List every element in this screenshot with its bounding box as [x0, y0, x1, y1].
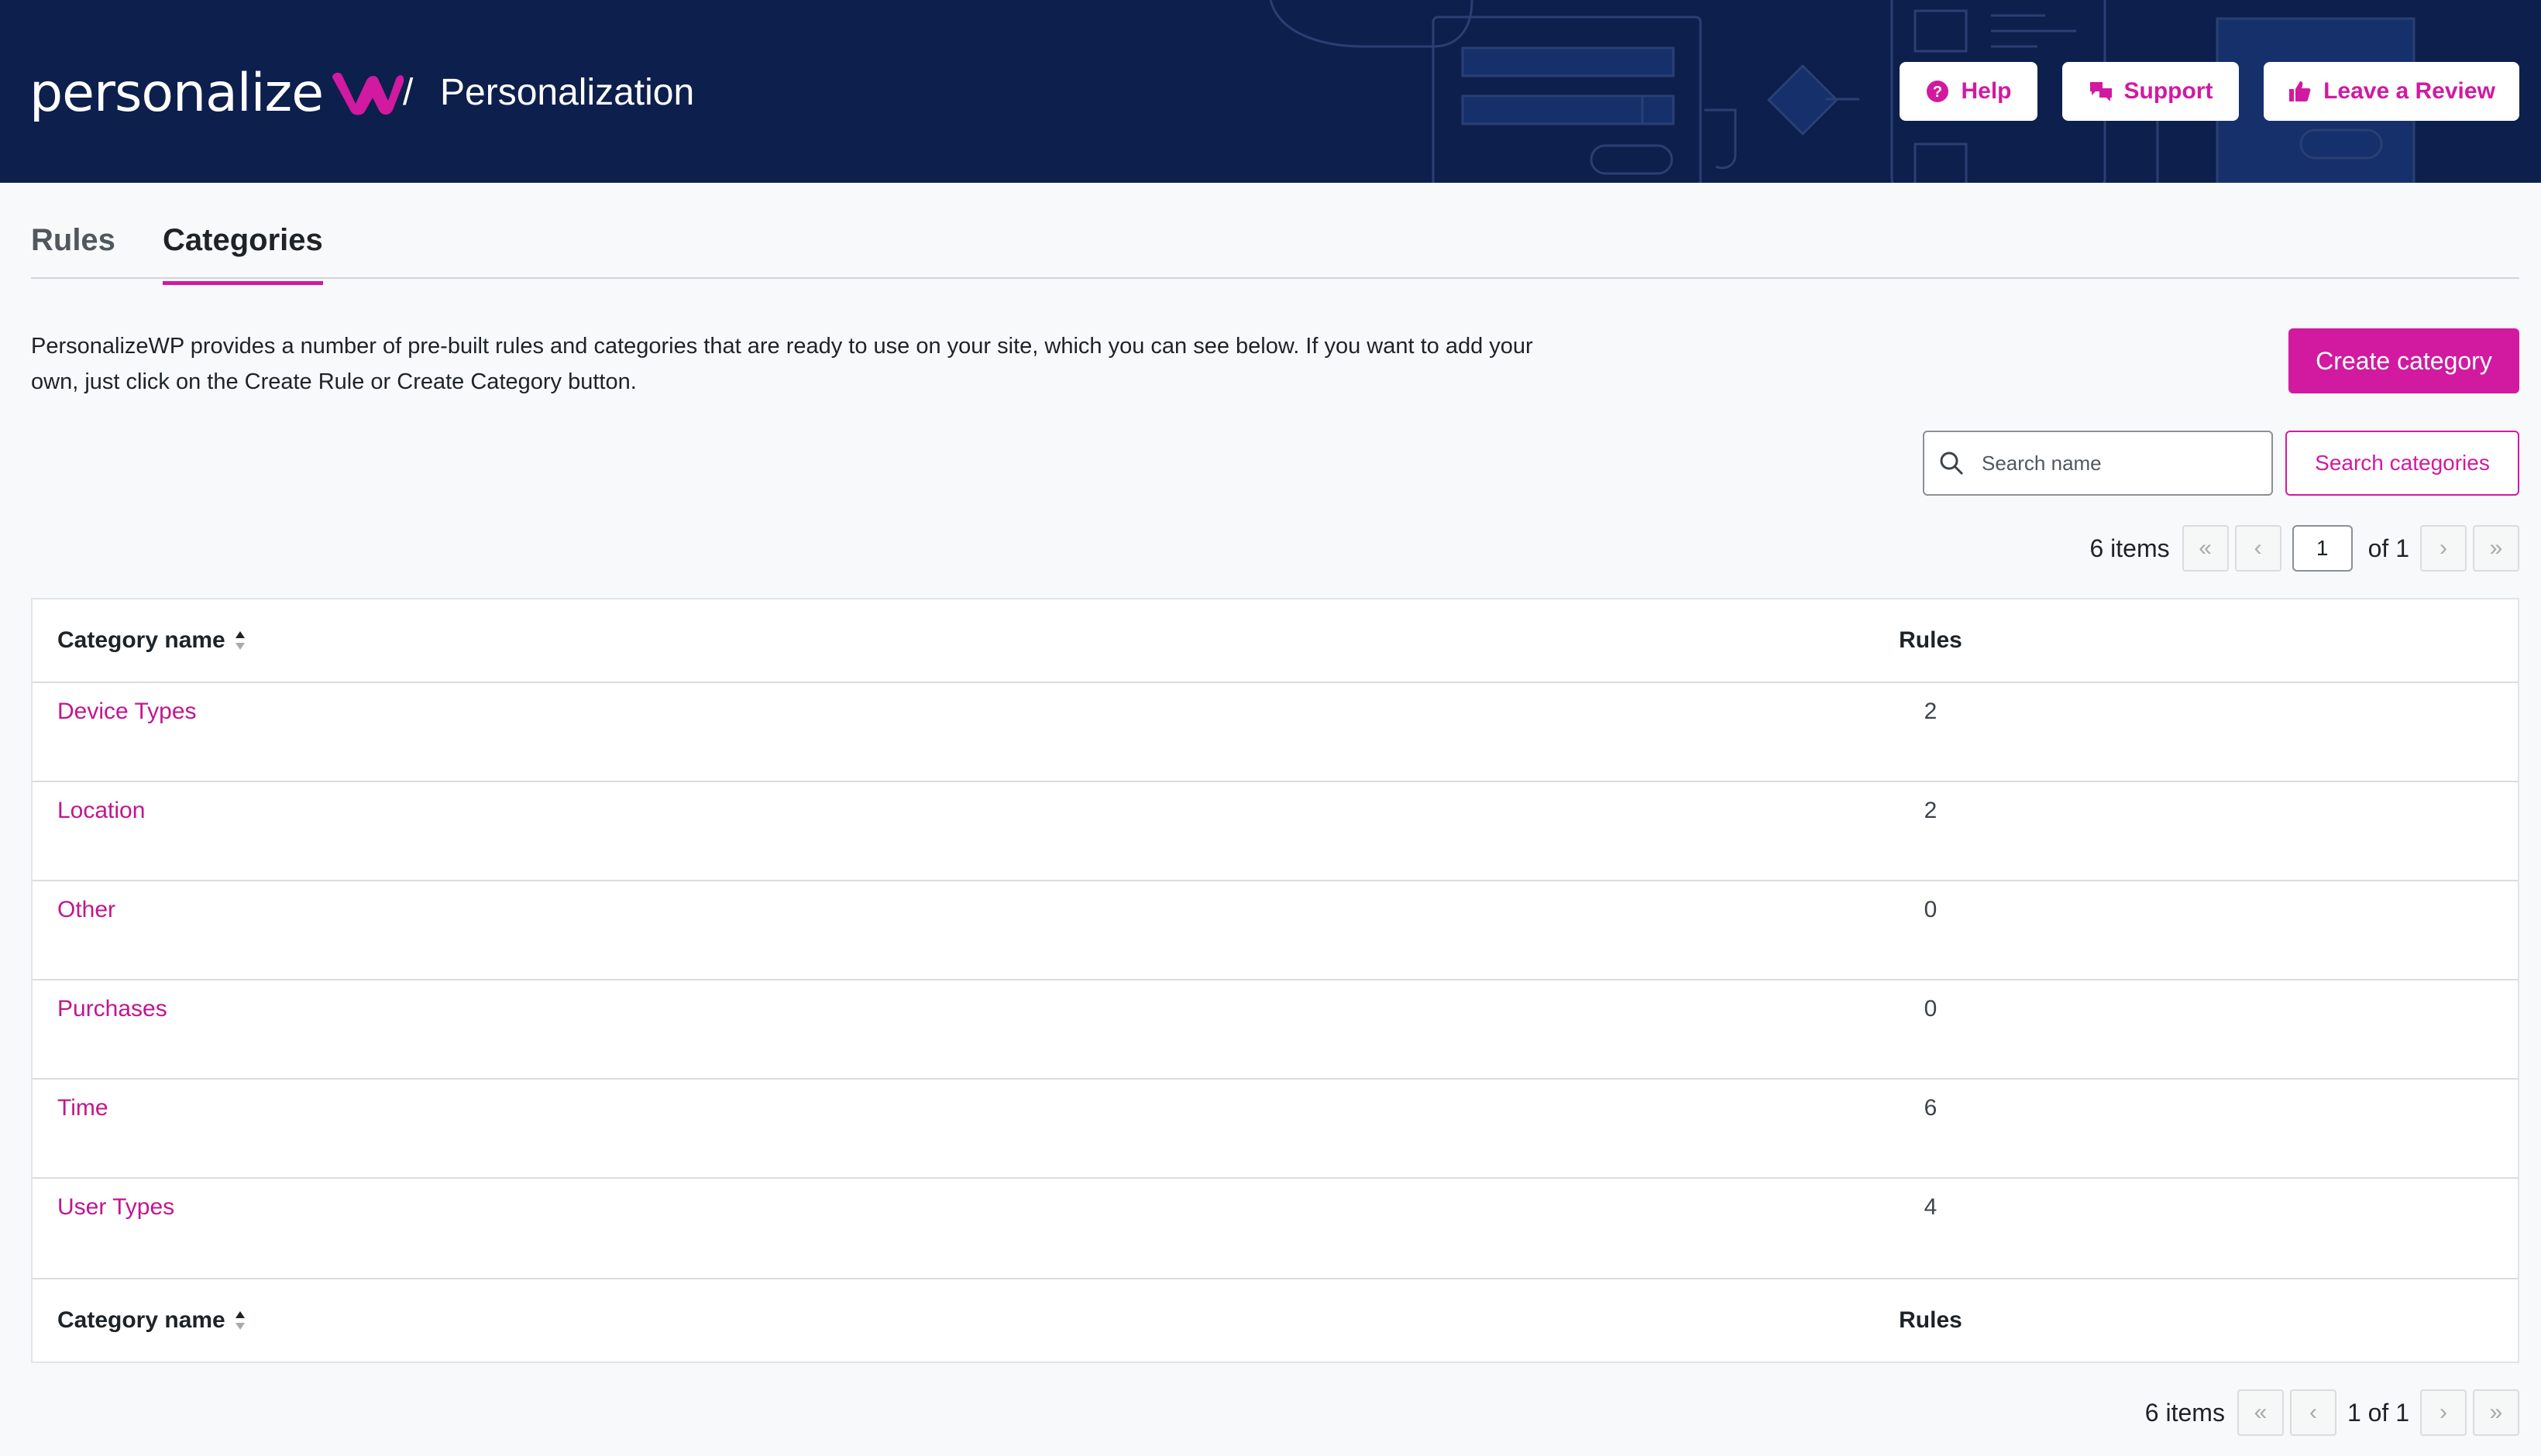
table-row: User Types 4	[33, 1179, 2518, 1278]
column-header-category-name: Category name	[57, 627, 225, 653]
speech-bubbles-icon	[2089, 82, 2112, 101]
table-row: Device Types 2	[33, 683, 2518, 782]
table-row: Other 0	[33, 881, 2518, 980]
prev-page-button[interactable]: ‹	[2234, 525, 2281, 572]
next-page-button[interactable]: ›	[2420, 1389, 2467, 1436]
sort-by-category-name[interactable]: Category name	[57, 627, 247, 654]
last-page-button[interactable]: »	[2473, 1389, 2519, 1436]
table-row: Time 6	[33, 1080, 2518, 1179]
tab-rules[interactable]: Rules	[31, 217, 115, 279]
brand-wordmark: personalize	[29, 62, 324, 124]
category-link[interactable]: Location	[57, 798, 145, 824]
intro-description: PersonalizeWP provides a number of pre-b…	[31, 334, 1533, 394]
first-page-button[interactable]: «	[2237, 1389, 2284, 1436]
tab-bar: Rules Categories	[31, 209, 2519, 285]
brand-w-mark-icon	[332, 72, 404, 115]
breadcrumb-separator: /	[403, 72, 414, 113]
leave-review-button-label: Leave a Review	[2323, 78, 2495, 104]
leave-review-button[interactable]: Leave a Review	[2264, 62, 2519, 121]
help-button-label: Help	[1961, 78, 2012, 104]
categories-table: Category name Rules Device Types 2 Locat…	[31, 598, 2519, 1363]
brand-logo[interactable]: personalize	[29, 54, 407, 132]
table-row: Purchases 0	[33, 980, 2518, 1080]
help-button[interactable]: ? Help	[1900, 62, 2037, 121]
page-title: Personalization	[440, 72, 695, 113]
support-button-label: Support	[2123, 78, 2213, 104]
items-count: 6 items	[2089, 534, 2170, 562]
search-input[interactable]	[1982, 451, 2261, 476]
search-icon	[1940, 452, 1964, 476]
search-field[interactable]	[1923, 431, 2273, 496]
svg-text:?: ?	[1933, 84, 1942, 101]
top-header: personalize / Personalization ? Help Sup…	[0, 0, 2541, 183]
category-link[interactable]: Device Types	[57, 699, 197, 725]
category-link[interactable]: Other	[57, 897, 115, 923]
pagination-bottom: 6 items « ‹ 1 of 1 › »	[2145, 1389, 2519, 1436]
category-link[interactable]: Purchases	[57, 996, 167, 1022]
sort-by-category-name-footer[interactable]: Category name	[57, 1307, 247, 1334]
total-pages-label: of 1	[2367, 534, 2409, 562]
pagination-top: 6 items « ‹ 1 of 1 › »	[2089, 525, 2519, 572]
tab-categories[interactable]: Categories	[163, 217, 323, 285]
column-header-rules: Rules	[1899, 627, 1962, 653]
table-header: Category name Rules	[33, 599, 2518, 683]
question-circle-icon: ?	[1927, 81, 1949, 102]
table-row: Location 2	[33, 782, 2518, 881]
table-footer: Category name Rules	[33, 1278, 2518, 1362]
rule-count: 0	[1924, 996, 1938, 1022]
sort-arrows-icon	[235, 631, 245, 650]
support-button[interactable]: Support	[2062, 62, 2239, 121]
column-footer-rules: Rules	[1899, 1307, 1962, 1333]
last-page-button[interactable]: »	[2473, 525, 2519, 572]
rule-count: 2	[1924, 798, 1938, 823]
rule-count: 4	[1924, 1194, 1938, 1220]
column-footer-category-name: Category name	[57, 1307, 225, 1333]
category-link[interactable]: User Types	[57, 1194, 174, 1221]
rule-count: 0	[1924, 897, 1938, 922]
category-link[interactable]: Time	[57, 1095, 108, 1121]
rule-count: 6	[1924, 1095, 1938, 1121]
next-page-button[interactable]: ›	[2420, 525, 2467, 572]
search-categories-button[interactable]: Search categories	[2285, 431, 2519, 496]
items-count: 6 items	[2144, 1398, 2225, 1427]
page-indicator: 1 of 1	[2347, 1398, 2409, 1427]
table-body: Device Types 2 Location 2 Other 0 Purcha…	[33, 683, 2518, 1278]
thumbs-up-icon	[2289, 81, 2311, 101]
rule-count: 2	[1924, 699, 1938, 724]
prev-page-button[interactable]: ‹	[2289, 1389, 2336, 1436]
first-page-button[interactable]: «	[2182, 525, 2229, 572]
current-page-input[interactable]: 1	[2292, 525, 2353, 572]
create-category-button[interactable]: Create category	[2288, 328, 2519, 393]
sort-arrows-icon	[235, 1311, 245, 1330]
